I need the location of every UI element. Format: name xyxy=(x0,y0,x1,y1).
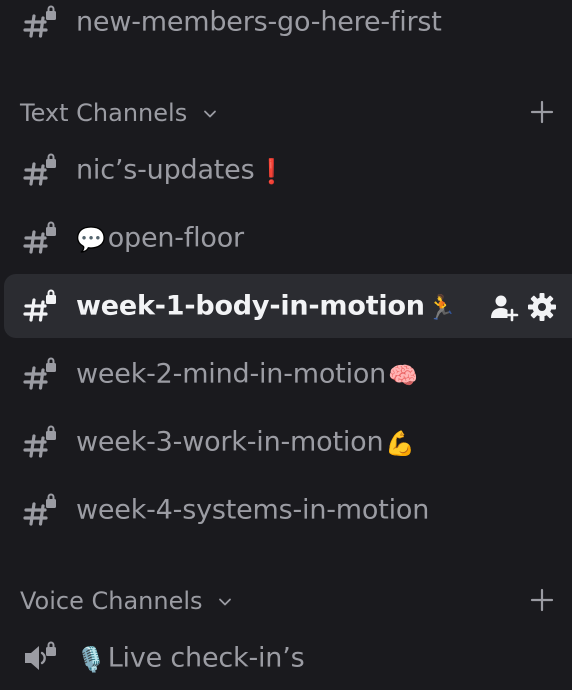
channel-label-wrap: nic’s-updates❗ xyxy=(76,155,286,186)
plus-icon[interactable] xyxy=(528,98,556,126)
channel-label: Live check-in’s xyxy=(107,642,305,674)
channel-label-wrap: week-3-work-in-motion💪 xyxy=(76,427,415,458)
locked-hash-icon xyxy=(23,357,56,390)
runner-emoji: 🏃 xyxy=(426,293,457,321)
chevron-down-icon xyxy=(219,598,232,606)
plus-icon[interactable] xyxy=(528,586,556,614)
channel-label-wrap: week-1-body-in-motion🏃 xyxy=(76,291,457,322)
channel-label: week-1-body-in-motion xyxy=(76,290,425,322)
locked-hash-icon xyxy=(23,493,56,526)
channel-label: week-3-work-in-motion xyxy=(76,426,384,458)
category-text-channels[interactable]: Text Channels xyxy=(20,96,560,130)
category-label: Text Channels xyxy=(20,99,188,127)
chevron-down-icon xyxy=(203,110,216,118)
brain-emoji: 🧠 xyxy=(388,361,418,389)
channel-label-wrap: 💬open-floor xyxy=(76,223,244,254)
add-member-icon[interactable] xyxy=(488,291,520,323)
channel-label-wrap: 🎙️Live check-in’s xyxy=(76,642,305,674)
locked-hash-icon xyxy=(23,221,56,254)
channel-label: week-2-mind-in-motion xyxy=(76,358,387,390)
channel-label: open-floor xyxy=(107,222,244,254)
channel-week-1-body-in-motion[interactable]: week-1-body-in-motion🏃 xyxy=(4,274,572,338)
locked-hash-icon xyxy=(23,289,56,322)
locked-hash-icon xyxy=(23,5,56,38)
channel-week-4-systems-in-motion[interactable]: week-4-systems-in-motion xyxy=(4,478,572,542)
category-label-wrap: Text Channels xyxy=(20,99,217,127)
category-label: Voice Channels xyxy=(20,587,203,615)
channel-new-members[interactable]: new-members-go-here-first xyxy=(4,0,572,54)
flexed-biceps-emoji: 💪 xyxy=(385,429,416,457)
channel-week-3-work-in-motion[interactable]: week-3-work-in-motion💪 xyxy=(4,410,572,474)
voice-channel-live-check-ins[interactable]: 🎙️Live check-in’s xyxy=(4,626,572,690)
category-voice-channels[interactable]: Voice Channels xyxy=(20,584,560,618)
channel-open-floor[interactable]: 💬open-floor xyxy=(4,206,572,270)
microphone-emoji: 🎙️ xyxy=(76,645,106,673)
channel-label: nic’s-updates xyxy=(76,154,255,186)
channel-label: new-members-go-here-first xyxy=(76,6,442,38)
locked-hash-icon xyxy=(23,153,56,186)
speech-bubble-emoji: 💬 xyxy=(76,225,106,253)
gear-icon[interactable] xyxy=(526,291,558,323)
locked-hash-icon xyxy=(23,425,56,458)
category-label-wrap: Voice Channels xyxy=(20,587,232,615)
channel-week-2-mind-in-motion[interactable]: week-2-mind-in-motion🧠 xyxy=(4,342,572,406)
exclamation-emoji: ❗ xyxy=(256,157,287,185)
locked-speaker-icon xyxy=(25,641,56,670)
channel-label-wrap: week-2-mind-in-motion🧠 xyxy=(76,359,418,390)
channel-label: week-4-systems-in-motion xyxy=(76,494,430,526)
channel-nics-updates[interactable]: nic’s-updates❗ xyxy=(4,138,572,202)
